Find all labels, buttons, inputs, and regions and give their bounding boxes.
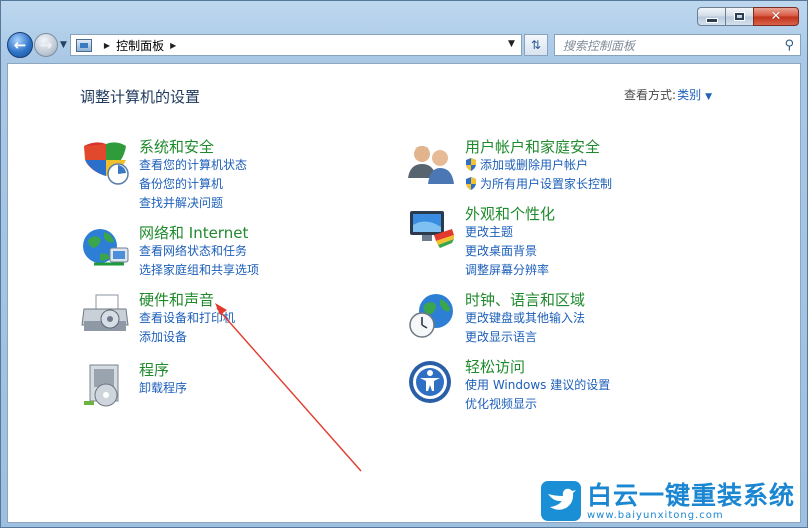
category-links: 使用 Windows 建议的设置 优化视频显示 — [465, 376, 610, 414]
back-button[interactable]: ← — [7, 32, 33, 58]
category-title[interactable]: 程序 — [139, 359, 169, 380]
close-button[interactable]: ✕ — [753, 7, 799, 26]
link-devices-printers[interactable]: 查看设备和打印机 — [139, 309, 235, 328]
control-panel-icon — [75, 38, 92, 52]
category-title[interactable]: 时钟、语言和区域 — [465, 289, 585, 310]
bird-logo-icon — [540, 481, 581, 521]
recent-pages-dropdown-icon[interactable]: ▼ — [60, 40, 67, 50]
link-homegroup-sharing[interactable]: 选择家庭组和共享选项 — [139, 261, 259, 280]
category-title[interactable]: 用户帐户和家庭安全 — [465, 136, 600, 157]
watermark: 白云一键重装系统 www.baiyunxitong.com — [540, 480, 795, 521]
search-icon[interactable]: ⚲ — [784, 38, 794, 53]
link-add-remove-user-accounts[interactable]: 添加或删除用户帐户 — [465, 156, 612, 175]
category-title[interactable]: 系统和安全 — [139, 136, 214, 157]
category-title[interactable]: 外观和个性化 — [465, 203, 555, 224]
view-by-label: 查看方式: — [623, 88, 676, 102]
link-add-device[interactable]: 添加设备 — [139, 328, 235, 347]
link-text: 为所有用户设置家长控制 — [480, 177, 613, 191]
category-user-accounts: 用户帐户和家庭安全 添加或删除用户帐户 为所有用户设置家长控制 — [406, 136, 686, 196]
breadcrumb-chevron-icon[interactable]: ▶ — [104, 41, 110, 50]
category-links: 查看网络状态和任务 选择家庭组和共享选项 — [139, 242, 259, 280]
ease-of-access-icon — [409, 361, 451, 403]
link-optimize-visual-display[interactable]: 优化视频显示 — [465, 395, 610, 414]
category-title[interactable]: 网络和 Internet — [139, 222, 248, 243]
appearance-monitor-icon — [410, 211, 454, 248]
category-ease-of-access: 轻松访问 使用 Windows 建议的设置 优化视频显示 — [406, 356, 686, 416]
back-arrow-icon: ← — [13, 36, 27, 54]
category-links: 添加或删除用户帐户 为所有用户设置家长控制 — [465, 156, 612, 194]
link-adjust-resolution[interactable]: 调整屏幕分辨率 — [465, 261, 549, 280]
view-by-dropdown[interactable]: 类别 ▼ — [677, 86, 712, 103]
category-network-internet: 网络和 Internet 查看网络状态和任务 选择家庭组和共享选项 — [80, 222, 340, 282]
category-title[interactable]: 硬件和声音 — [139, 289, 214, 310]
link-windows-recommended-settings[interactable]: 使用 Windows 建议的设置 — [465, 376, 610, 395]
watermark-url: www.baiyunxitong.com — [586, 509, 724, 521]
category-links: 更改主题 更改桌面背景 调整屏幕分辨率 — [465, 223, 549, 280]
breadcrumb-chevron-icon[interactable]: ▶ — [170, 41, 176, 50]
search-placeholder: 搜索控制面板 — [562, 38, 635, 53]
link-change-display-language[interactable]: 更改显示语言 — [465, 328, 585, 347]
uac-shield-icon — [466, 177, 476, 190]
minimize-button[interactable] — [697, 7, 725, 26]
maximize-icon — [734, 12, 745, 21]
content-pane: 调整计算机的设置 查看方式: 类别 ▼ 系统和安全 查看您的计算机状态 备份您的计… — [7, 63, 801, 523]
address-dropdown-icon[interactable]: ▼ — [508, 39, 515, 49]
category-title[interactable]: 轻松访问 — [465, 356, 525, 377]
close-icon: ✕ — [770, 9, 782, 24]
clock-globe-icon — [409, 294, 453, 338]
navigation-bar: ← → ▼ ▶ 控制面板 ▶ ▼ ⇅ 搜索控制面板 ⚲ — [7, 31, 801, 59]
forward-button[interactable]: → — [34, 33, 58, 57]
minimize-icon — [705, 17, 718, 23]
category-clock-language-region: 时钟、语言和区域 更改键盘或其他输入法 更改显示语言 — [406, 289, 686, 349]
breadcrumb-control-panel[interactable]: 控制面板 — [116, 37, 164, 54]
dropdown-arrow-icon: ▼ — [705, 92, 712, 102]
category-hardware-sound: 硬件和声音 查看设备和打印机 添加设备 — [80, 289, 340, 349]
uac-shield-icon — [466, 158, 476, 171]
window-caption-buttons: ✕ — [697, 7, 799, 26]
address-bar[interactable]: ▶ 控制面板 ▶ ▼ — [69, 34, 522, 56]
search-input[interactable]: 搜索控制面板 ⚲ — [553, 34, 801, 56]
category-links: 查看设备和打印机 添加设备 — [139, 309, 235, 347]
view-by-value: 类别 — [677, 88, 702, 102]
maximize-button[interactable] — [725, 7, 753, 26]
page-title: 调整计算机的设置 — [80, 88, 201, 106]
category-programs: 程序 卸载程序 — [80, 359, 340, 409]
link-view-computer-status[interactable]: 查看您的计算机状态 — [139, 156, 247, 175]
users-icon — [408, 146, 454, 184]
category-links: 查看您的计算机状态 备份您的计算机 查找并解决问题 — [139, 156, 247, 213]
category-links: 卸载程序 — [139, 379, 187, 398]
category-appearance: 外观和个性化 更改主题 更改桌面背景 调整屏幕分辨率 — [406, 203, 686, 277]
link-change-theme[interactable]: 更改主题 — [465, 223, 549, 242]
forward-arrow-icon: → — [39, 36, 53, 54]
link-backup-computer[interactable]: 备份您的计算机 — [139, 175, 247, 194]
refresh-icon: ⇅ — [530, 38, 541, 52]
network-globe-icon — [83, 229, 129, 266]
watermark-name: 白云一键重装系统 — [586, 480, 795, 510]
category-links: 更改键盘或其他输入法 更改显示语言 — [465, 309, 585, 347]
link-text: 添加或删除用户帐户 — [480, 158, 589, 172]
programs-icon — [84, 364, 119, 407]
link-change-keyboard-input[interactable]: 更改键盘或其他输入法 — [465, 309, 585, 328]
category-system-security: 系统和安全 查看您的计算机状态 备份您的计算机 查找并解决问题 — [80, 136, 340, 210]
link-uninstall-program[interactable]: 卸载程序 — [139, 379, 187, 398]
printer-icon — [81, 294, 129, 331]
link-change-desktop-background[interactable]: 更改桌面背景 — [465, 242, 549, 261]
watermark-text: 白云一键重装系统 www.baiyunxitong.com — [586, 480, 795, 521]
refresh-button[interactable]: ⇅ — [523, 34, 548, 56]
link-parental-controls[interactable]: 为所有用户设置家长控制 — [465, 175, 612, 194]
control-panel-window: ✕ ← → ▼ ▶ 控制面板 ▶ ▼ ⇅ 搜索控制面板 ⚲ 调整计算机的设置 查… — [0, 0, 808, 528]
shield-icon — [84, 142, 129, 185]
link-troubleshoot[interactable]: 查找并解决问题 — [139, 194, 247, 213]
link-view-network-status[interactable]: 查看网络状态和任务 — [139, 242, 259, 261]
